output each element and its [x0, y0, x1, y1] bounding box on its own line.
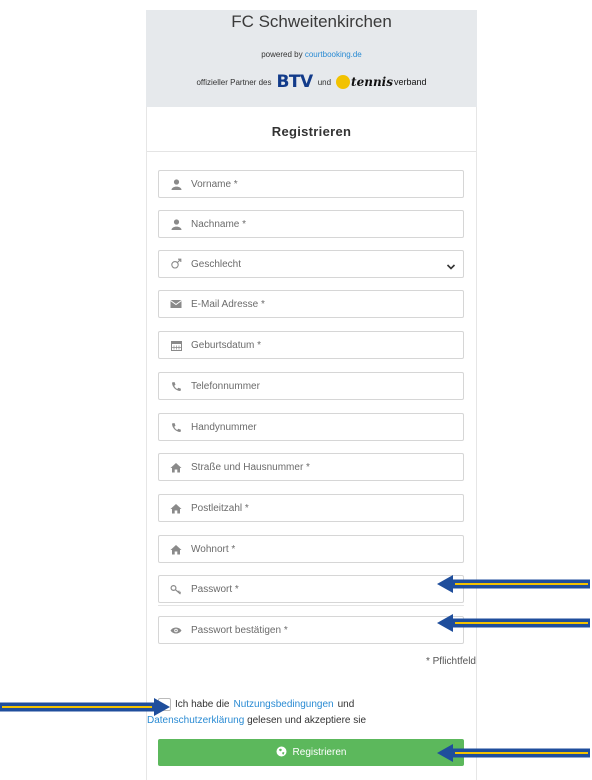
home-icon — [169, 460, 183, 474]
register-button-label: Registrieren — [292, 747, 347, 758]
field-placeholder: Passwort bestätigen * — [191, 624, 288, 636]
envelope-icon — [169, 297, 183, 311]
registration-card: Registrieren Vorname * Nachname * Geschl… — [146, 107, 477, 780]
city-field[interactable]: Wohnort * — [158, 535, 464, 563]
home-icon — [169, 542, 183, 556]
last-name-field[interactable]: Nachname * — [158, 210, 464, 238]
club-name: FC Schweitenkirchen — [231, 12, 392, 31]
terms-link[interactable]: Nutzungsbedingungen — [234, 699, 334, 710]
tennis-ball-icon — [336, 75, 351, 89]
powered-by: powered by courtbooking.de — [146, 50, 477, 59]
powered-prefix: powered by — [261, 50, 303, 59]
consent-text-2: und — [337, 699, 355, 710]
partner-prefix: offizieller Partner des — [196, 77, 272, 87]
title-divider — [147, 151, 476, 152]
arrow-left-icon — [437, 575, 590, 593]
first-name-field[interactable]: Vorname * — [158, 170, 464, 198]
password-divider — [158, 605, 464, 606]
password-field[interactable]: Passwort * — [158, 575, 464, 603]
field-placeholder: Passwort * — [191, 583, 239, 595]
user-icon — [169, 177, 183, 191]
gender-icon — [169, 257, 183, 271]
home-icon — [169, 501, 183, 515]
postal-code-field[interactable]: Postleitzahl * — [158, 494, 464, 522]
phone-icon — [169, 420, 183, 434]
tennisverband-logo: tennis verband — [336, 75, 427, 89]
courtbooking-link[interactable]: courtbooking.de — [305, 50, 362, 59]
field-placeholder: Geburtsdatum * — [191, 339, 262, 351]
field-placeholder: Handynummer — [191, 421, 257, 433]
partner-row: offizieller Partner des BTV und tennis v… — [146, 66, 477, 98]
email-field[interactable]: E-Mail Adresse * — [158, 290, 464, 318]
arrow-left-icon — [437, 744, 590, 762]
phone-icon — [169, 379, 183, 393]
field-placeholder: Vorname * — [191, 178, 238, 190]
consent-text-1: Ich habe die — [175, 699, 230, 710]
required-note: * Pflichtfeld — [425, 656, 476, 667]
password-confirm-field[interactable]: Passwort bestätigen * — [158, 616, 464, 644]
btv-logo: BTV — [276, 72, 313, 92]
user-icon — [169, 217, 183, 231]
club-header: FC Schweitenkirchen powered by courtbook… — [146, 10, 477, 107]
arrow-left-icon — [437, 614, 590, 632]
phone-field[interactable]: Telefonnummer — [158, 372, 464, 400]
street-field[interactable]: Straße und Hausnummer * — [158, 453, 464, 481]
globe-icon — [276, 746, 287, 760]
birthdate-field[interactable]: Geburtsdatum * — [158, 331, 464, 359]
field-placeholder: Wohnort * — [191, 543, 236, 555]
consent-text-3: gelesen und akzeptiere sie — [247, 715, 367, 726]
field-placeholder: Nachname * — [191, 218, 247, 230]
form-title: Registrieren — [271, 124, 352, 139]
consent-line-1: Ich habe die Nutzungsbedingungen und — [158, 698, 354, 711]
field-placeholder: Straße und Hausnummer * — [191, 461, 310, 473]
field-placeholder: Postleitzahl * — [191, 502, 249, 514]
consent-line-2: Datenschutzerklärung gelesen und akzepti… — [147, 715, 366, 726]
mobile-field[interactable]: Handynummer — [158, 413, 464, 441]
eye-icon — [169, 623, 183, 637]
register-button[interactable]: Registrieren — [158, 739, 464, 766]
partner-and: und — [317, 77, 332, 87]
field-placeholder: Telefonnummer — [191, 380, 260, 392]
field-placeholder: E-Mail Adresse * — [191, 298, 265, 310]
calendar-icon — [169, 338, 183, 352]
field-placeholder: Geschlecht — [191, 258, 242, 270]
registration-page: FC Schweitenkirchen powered by courtbook… — [0, 0, 592, 780]
key-icon — [169, 582, 183, 596]
gender-select[interactable]: Geschlecht — [158, 250, 464, 278]
chevron-down-icon — [446, 259, 456, 270]
arrow-right-icon — [0, 698, 170, 716]
